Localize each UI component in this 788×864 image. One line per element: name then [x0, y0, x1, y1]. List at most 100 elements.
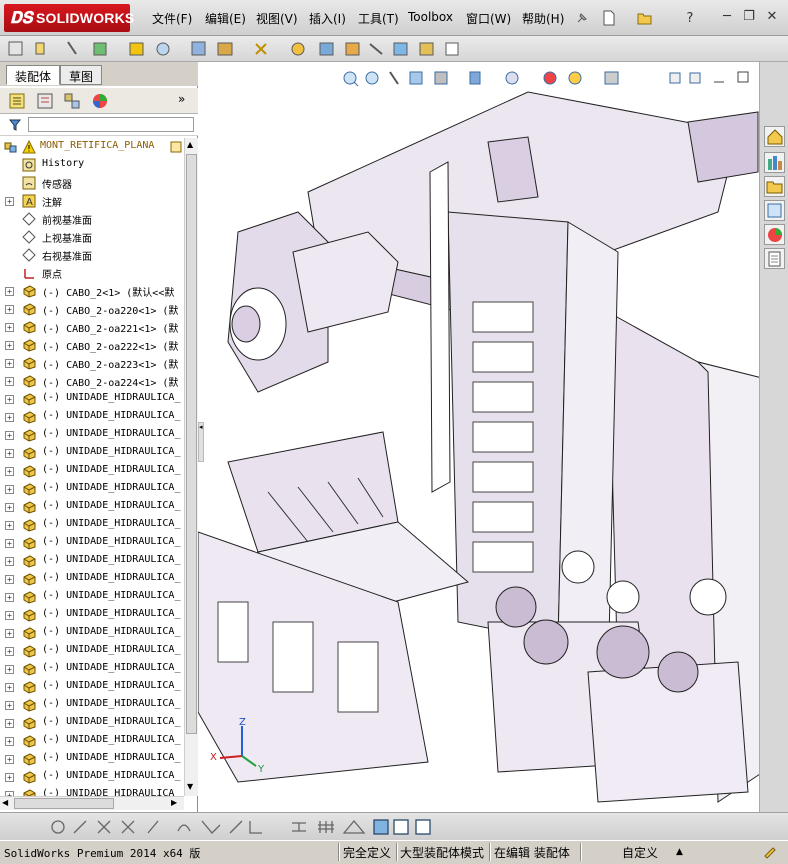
expand-toggle-icon[interactable]: + [5, 539, 14, 548]
expand-toggle-icon[interactable]: + [5, 719, 14, 728]
tree-item[interactable]: + (-) UNIDADE_HIDRAULICA_ [0, 444, 184, 462]
tree-item[interactable]: + (-) UNIDADE_HIDRAULICA_ [0, 534, 184, 552]
heads-up-view-toolbar[interactable] [340, 68, 760, 90]
tree-item[interactable]: + (-) UNIDADE_HIDRAULICA_ [0, 462, 184, 480]
help-icon[interactable]: ? [681, 9, 699, 27]
appearances-icon[interactable] [764, 224, 785, 245]
expand-panel-icon[interactable]: » [178, 92, 192, 110]
graphics-viewport[interactable]: Z X Y ◂ [198, 62, 759, 812]
tree-item[interactable]: + (-) UNIDADE_HIDRAULICA_ [0, 570, 184, 588]
design-library-icon[interactable] [764, 152, 785, 173]
tree-item[interactable]: + (-) CABO_2-oa224<1> (默 [0, 372, 184, 390]
tree-item[interactable]: + (-) UNIDADE_HIDRAULICA_ [0, 606, 184, 624]
view-palette-icon[interactable] [764, 200, 785, 221]
expand-toggle-icon[interactable]: + [5, 773, 14, 782]
home-icon[interactable] [764, 126, 785, 147]
tab-sketch[interactable]: 草图 [60, 65, 103, 85]
panel-collapse-handle[interactable]: ◂ [198, 422, 204, 462]
expand-toggle-icon[interactable]: + [5, 647, 14, 656]
tree-item[interactable]: + (-) CABO_2-oa222<1> (默 [0, 336, 184, 354]
expand-toggle-icon[interactable]: + [5, 341, 14, 350]
tree-item[interactable]: + (-) UNIDADE_HIDRAULICA_ [0, 390, 184, 408]
command-toolbar-icons[interactable] [6, 39, 466, 59]
pin-icon[interactable] [573, 9, 591, 27]
tree-item[interactable]: + (-) UNIDADE_HIDRAULICA_ [0, 696, 184, 714]
expand-toggle-icon[interactable]: + [5, 485, 14, 494]
tree-horizontal-scrollbar[interactable]: ◀ ▶ [0, 796, 184, 810]
tree-item[interactable]: 前视基准面 [0, 210, 184, 228]
tree-item[interactable]: 上视基准面 [0, 228, 184, 246]
solidworks-logo[interactable]: 𝐃𝐒 SOLIDWORKS [4, 4, 134, 32]
scroll-left-icon[interactable]: ◀ [2, 798, 8, 807]
tree-item[interactable]: + (-) UNIDADE_HIDRAULICA_ [0, 498, 184, 516]
tree-item[interactable]: + (-) UNIDADE_HIDRAULICA_ [0, 426, 184, 444]
expand-toggle-icon[interactable]: + [5, 377, 14, 386]
configuration-manager-icon[interactable] [63, 92, 81, 110]
tree-item[interactable]: + (-) UNIDADE_HIDRAULICA_ [0, 588, 184, 606]
tree-item[interactable]: + (-) UNIDADE_HIDRAULICA_ [0, 408, 184, 426]
expand-toggle-icon[interactable]: + [5, 737, 14, 746]
menu-toolbox[interactable]: Toolbox [408, 10, 453, 24]
expand-toggle-icon[interactable]: + [5, 665, 14, 674]
scroll-down-icon[interactable]: ▼ [187, 782, 193, 791]
tree-item[interactable]: + (-) UNIDADE_HIDRAULICA_ [0, 786, 184, 796]
restore-icon[interactable]: ❐ [740, 8, 758, 26]
tree-item[interactable]: 右视基准面 [0, 246, 184, 264]
expand-toggle-icon[interactable]: + [5, 305, 14, 314]
menu-help[interactable]: 帮助(H) [522, 10, 564, 27]
expand-toggle-icon[interactable]: + [5, 701, 14, 710]
feature-manager-icon[interactable] [8, 92, 26, 110]
expand-toggle-icon[interactable]: + [5, 287, 14, 296]
tree-item[interactable]: + (-) UNIDADE_HIDRAULICA_ [0, 714, 184, 732]
expand-toggle-icon[interactable]: + [5, 323, 14, 332]
tree-vertical-scrollbar[interactable]: ▲ ▼ [184, 138, 198, 796]
tree-item[interactable]: + (-) UNIDADE_HIDRAULICA_ [0, 480, 184, 498]
expand-toggle-icon[interactable]: + [5, 629, 14, 638]
scroll-right-icon[interactable]: ▶ [171, 798, 177, 807]
tab-assembly[interactable]: 装配体 [6, 65, 61, 85]
display-manager-icon[interactable] [91, 92, 109, 110]
close-icon[interactable]: ✕ [763, 8, 781, 26]
tree-item[interactable]: History [0, 156, 184, 174]
tree-item[interactable]: 原点 [0, 264, 184, 282]
tree-item[interactable]: + (-) UNIDADE_HIDRAULICA_ [0, 516, 184, 534]
tree-item[interactable]: + (-) UNIDADE_HIDRAULICA_ [0, 768, 184, 786]
tree-item[interactable]: + (-) UNIDADE_HIDRAULICA_ [0, 732, 184, 750]
tree-item[interactable]: + (-) UNIDADE_HIDRAULICA_ [0, 624, 184, 642]
tree-root[interactable]: MONT_RETIFICA_PLANA [0, 138, 184, 156]
tree-item[interactable]: + (-) UNIDADE_HIDRAULICA_ [0, 642, 184, 660]
vertical-scroll-thumb[interactable] [186, 154, 197, 734]
menu-edit[interactable]: 编辑(E) [205, 10, 246, 27]
tree-item[interactable]: + (-) CABO_2<1> (默认<<默 [0, 282, 184, 300]
filter-input[interactable] [28, 117, 194, 132]
expand-toggle-icon[interactable]: + [5, 395, 14, 404]
expand-toggle-icon[interactable]: + [5, 467, 14, 476]
horizontal-scroll-thumb[interactable] [14, 798, 114, 809]
expand-toggle-icon[interactable]: + [5, 575, 14, 584]
tree-item[interactable]: + (-) UNIDADE_HIDRAULICA_ [0, 678, 184, 696]
new-document-icon[interactable] [600, 9, 618, 27]
property-manager-icon[interactable] [36, 92, 54, 110]
expand-toggle-icon[interactable]: + [5, 413, 14, 422]
expand-toggle-icon[interactable]: + [5, 449, 14, 458]
tree-item[interactable]: + (-) CABO_2-oa223<1> (默 [0, 354, 184, 372]
expand-toggle-icon[interactable]: + [5, 359, 14, 368]
menu-insert[interactable]: 插入(I) [309, 10, 346, 27]
expand-toggle-icon[interactable]: + [5, 593, 14, 602]
tree-item[interactable]: + (-) UNIDADE_HIDRAULICA_ [0, 660, 184, 678]
expand-toggle-icon[interactable]: + [5, 755, 14, 764]
expand-toggle-icon[interactable]: + [5, 557, 14, 566]
tree-item[interactable]: + (-) UNIDADE_HIDRAULICA_ [0, 552, 184, 570]
open-file-icon[interactable] [636, 9, 654, 27]
menu-tools[interactable]: 工具(T) [358, 10, 399, 27]
expand-toggle-icon[interactable]: + [5, 521, 14, 530]
file-explorer-icon[interactable] [764, 176, 785, 197]
expand-toggle-icon[interactable]: + [5, 197, 14, 206]
tree-item[interactable]: + (-) CABO_2-oa220<1> (默 [0, 300, 184, 318]
sketch-toolbar-icons[interactable] [30, 817, 440, 837]
tree-item[interactable]: + A 注解 [0, 192, 184, 210]
expand-toggle-icon[interactable]: + [5, 611, 14, 620]
tree-item[interactable]: + (-) CABO_2-oa221<1> (默 [0, 318, 184, 336]
menu-view[interactable]: 视图(V) [256, 10, 298, 27]
status-units[interactable]: 自定义 [622, 844, 658, 861]
